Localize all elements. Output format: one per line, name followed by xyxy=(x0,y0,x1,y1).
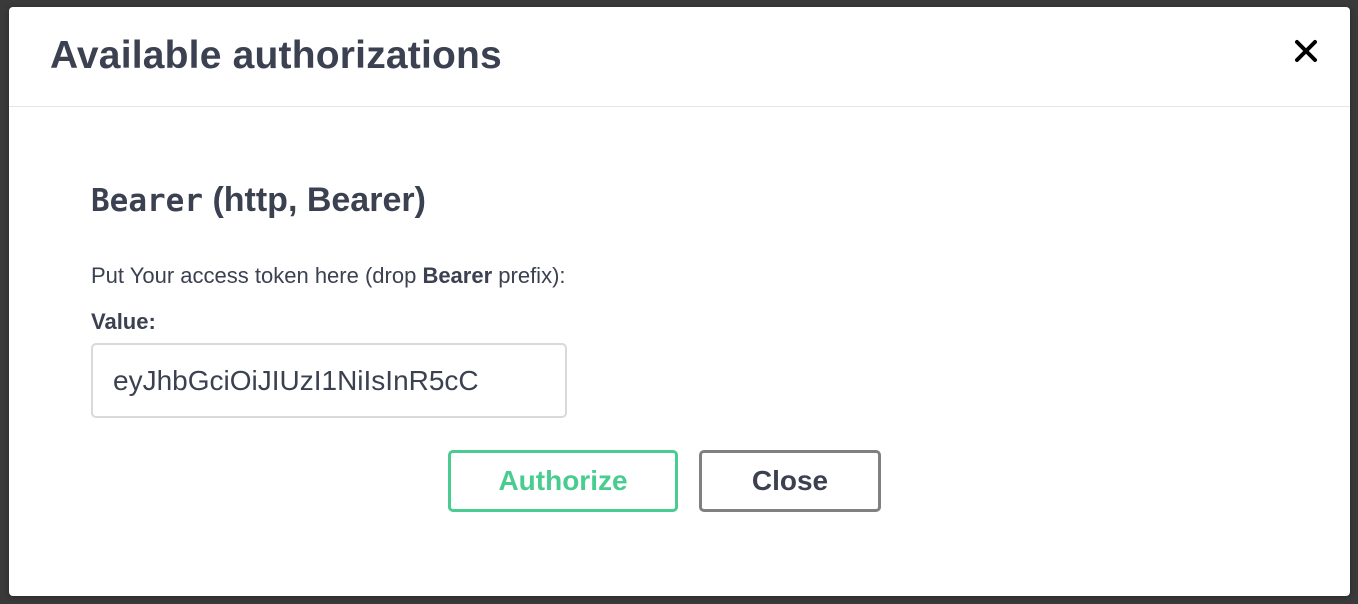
close-x-icon xyxy=(1292,37,1320,65)
bearer-auth-scheme: Bearer (http, Bearer) Put Your access to… xyxy=(91,181,1310,418)
scheme-name: Bearer xyxy=(91,183,203,219)
description-suffix: prefix): xyxy=(492,263,566,288)
description-bold: Bearer xyxy=(422,263,493,288)
modal-title: Available authorizations xyxy=(50,34,502,77)
close-modal-button[interactable] xyxy=(1292,37,1320,65)
token-value-input[interactable] xyxy=(91,343,567,418)
close-button[interactable]: Close xyxy=(699,450,881,512)
authorize-button[interactable]: Authorize xyxy=(448,450,678,512)
scheme-description: Put Your access token here (drop Bearer … xyxy=(91,263,566,289)
value-label: Value: xyxy=(91,309,156,334)
description-prefix: Put Your access token here (drop xyxy=(91,263,423,288)
authorization-modal: Available authorizations Bearer (http, B… xyxy=(9,7,1350,596)
scheme-title: Bearer (http, Bearer) xyxy=(91,181,1310,220)
modal-header: Available authorizations xyxy=(9,7,1350,107)
scheme-type-info: (http, Bearer) xyxy=(212,181,426,219)
